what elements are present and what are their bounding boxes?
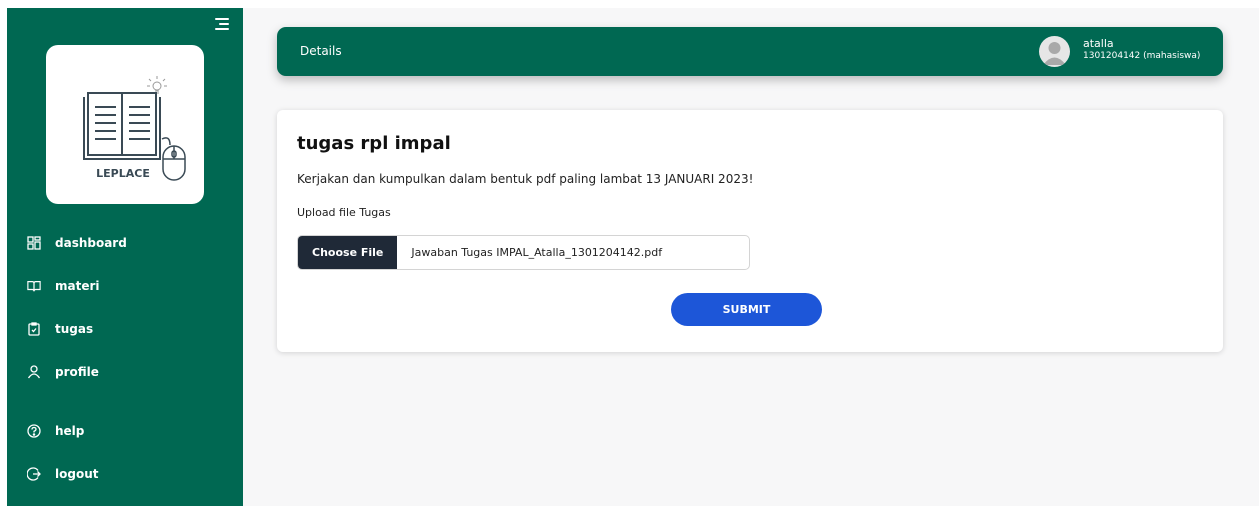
clipboard-icon	[27, 321, 41, 336]
sidebar-item-dashboard[interactable]: dashboard	[7, 221, 243, 264]
menu-toggle-icon[interactable]	[215, 18, 229, 31]
submit-button[interactable]: SUBMIT	[671, 293, 822, 326]
choose-file-button[interactable]: Choose File	[298, 236, 398, 269]
sidebar-nav: dashboard materi tugas profile help logo…	[7, 221, 243, 495]
file-upload-field[interactable]: Choose File Jawaban Tugas IMPAL_Atalla_1…	[297, 235, 750, 270]
dashboard-icon	[27, 235, 41, 250]
sidebar-item-profile[interactable]: profile	[7, 350, 243, 393]
avatar[interactable]	[1039, 36, 1070, 67]
book-icon	[27, 279, 41, 293]
page-header: Details atalla 1301204142 (mahasiswa)	[277, 27, 1223, 76]
sidebar-item-label: materi	[55, 278, 100, 293]
sidebar-item-logout[interactable]: logout	[7, 452, 243, 495]
sidebar: LEPLACE dashboard materi tugas profile h…	[7, 8, 243, 506]
selected-file-name: Jawaban Tugas IMPAL_Atalla_1301204142.pd…	[411, 246, 663, 259]
task-description: Kerjakan dan kumpulkan dalam bentuk pdf …	[297, 172, 754, 186]
sidebar-item-label: logout	[55, 466, 99, 481]
sidebar-item-label: tugas	[55, 321, 94, 336]
page-title: Details	[300, 44, 342, 58]
sidebar-item-label: help	[55, 423, 85, 438]
avatar-icon	[1043, 42, 1066, 65]
sidebar-item-help[interactable]: help	[7, 409, 243, 452]
user-icon	[27, 364, 41, 379]
user-name: atalla	[1083, 37, 1114, 50]
task-card: tugas rpl impal Kerjakan dan kumpulkan d…	[277, 110, 1223, 352]
logout-icon	[27, 466, 41, 481]
sidebar-item-label: dashboard	[55, 235, 127, 250]
sidebar-item-materi[interactable]: materi	[7, 264, 243, 307]
sidebar-item-label: profile	[55, 364, 99, 379]
task-title: tugas rpl impal	[297, 133, 451, 154]
main-content: Details atalla 1301204142 (mahasiswa) tu…	[243, 8, 1259, 506]
sidebar-item-tugas[interactable]: tugas	[7, 307, 243, 350]
upload-label: Upload file Tugas	[297, 206, 391, 219]
logo-text: LEPLACE	[96, 167, 150, 180]
help-icon	[27, 423, 41, 438]
user-id: 1301204142 (mahasiswa)	[1083, 51, 1201, 61]
app-logo: LEPLACE	[46, 45, 204, 204]
